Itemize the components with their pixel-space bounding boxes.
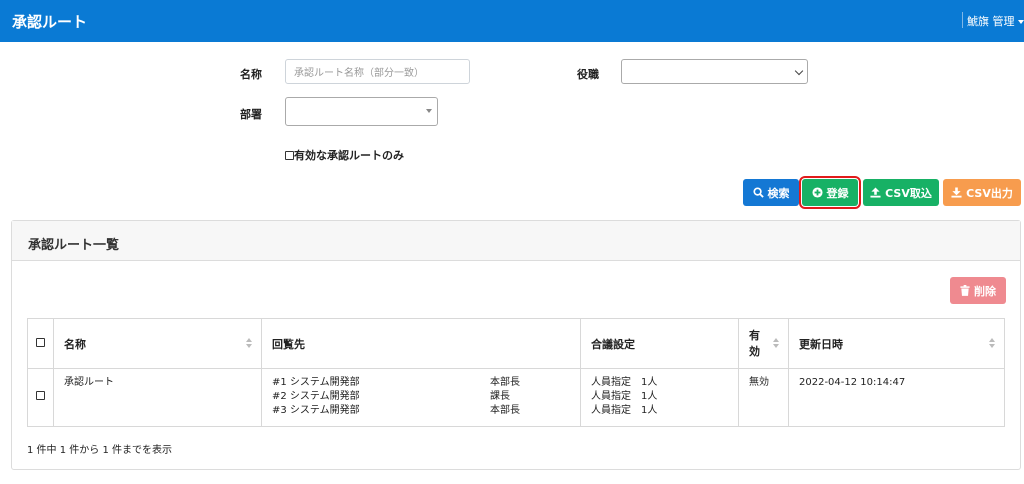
panel-header: 承認ルート一覧	[12, 221, 1020, 261]
row-select-cell	[27, 368, 54, 427]
active-only-checkbox[interactable]	[285, 150, 294, 160]
route-dept: #1 システム開発部	[272, 377, 360, 388]
column-header-active[interactable]: 有効	[738, 318, 789, 369]
sort-icon	[773, 338, 779, 348]
column-header-name[interactable]: 名称	[53, 318, 262, 369]
register-button-label: 登録	[826, 186, 849, 200]
upload-icon	[870, 187, 881, 198]
role-select[interactable]	[621, 59, 808, 84]
route-table: 名称 回覧先 合議設定 有効 更新日時 承認ルート #1 システム開発部 本部長 …	[27, 318, 1005, 427]
select-all-cell	[27, 318, 54, 369]
caret-down-icon	[426, 109, 432, 113]
dept-label: 部署	[240, 108, 262, 121]
chevron-down-icon	[794, 66, 804, 76]
row-active: 無効	[738, 368, 789, 427]
register-button[interactable]: 登録	[799, 176, 861, 209]
sort-icon	[246, 338, 252, 348]
pagination-info: 1 件中 1 件から 1 件までを表示	[27, 445, 172, 456]
route-entry: #2 システム開発部 課長	[272, 390, 570, 404]
row-name[interactable]: 承認ルート	[53, 368, 262, 427]
page-title: 承認ルート	[12, 13, 88, 31]
consensus-entry: 人員指定 1人	[591, 377, 658, 388]
search-button-label: 検索	[767, 186, 790, 200]
download-icon	[951, 187, 962, 198]
caret-down-icon	[1017, 20, 1024, 24]
search-button[interactable]: 検索	[743, 179, 799, 206]
panel-title: 承認ルート一覧	[28, 238, 120, 253]
column-header-route: 回覧先	[261, 318, 581, 369]
route-dept: #3 システム開発部	[272, 405, 360, 416]
row-consensus: 人員指定 1人 人員指定 1人 人員指定 1人	[580, 368, 739, 427]
column-header-consensus: 合議設定	[580, 318, 739, 369]
navbar-divider	[962, 12, 963, 28]
row-route: #1 システム開発部 本部長 #2 システム開発部 課長 #3 システム開発部 本部長	[261, 368, 581, 427]
name-search-placeholder: 承認ルート名称（部分一致）	[294, 68, 424, 79]
plus-circle-icon	[811, 187, 823, 198]
user-name: 鯱旗 管理	[967, 15, 1015, 28]
route-role: 本部長	[490, 405, 520, 416]
column-header-active-label-1: 有	[749, 328, 760, 342]
column-header-consensus-label: 合議設定	[591, 337, 635, 351]
consensus-entry: 人員指定 1人	[591, 391, 658, 402]
trash-icon	[960, 285, 970, 296]
column-header-route-label: 回覧先	[272, 337, 305, 351]
name-search-input[interactable]: 承認ルート名称（部分一致）	[285, 59, 470, 84]
column-header-updated[interactable]: 更新日時	[788, 318, 1005, 369]
route-role: 本部長	[490, 377, 520, 388]
top-navbar: 承認ルート 鯱旗 管理	[0, 0, 1024, 42]
role-label: 役職	[577, 68, 599, 81]
route-entry: #3 システム開発部 本部長	[272, 404, 570, 418]
table-header-row: 名称 回覧先 合議設定 有効 更新日時	[27, 318, 1005, 369]
row-checkbox[interactable]	[36, 390, 45, 400]
route-role: 課長	[490, 391, 510, 402]
route-entry: #1 システム開発部 本部長	[272, 376, 570, 390]
csv-export-button[interactable]: CSV出力	[943, 179, 1021, 206]
active-only-filter[interactable]: 有効な承認ルートのみ	[285, 147, 404, 163]
table-row[interactable]: 承認ルート #1 システム開発部 本部長 #2 システム開発部 課長 #3 システム…	[27, 368, 1005, 427]
dept-select[interactable]	[285, 97, 438, 126]
active-only-label: 有効な承認ルートのみ	[294, 149, 404, 162]
name-label: 名称	[240, 68, 262, 81]
column-header-updated-label: 更新日時	[799, 337, 843, 351]
route-dept: #2 システム開発部	[272, 391, 360, 402]
column-header-active-label-2: 効	[749, 344, 760, 358]
delete-button[interactable]: 削除	[950, 277, 1006, 304]
row-updated: 2022-04-12 10:14:47	[788, 368, 1005, 427]
column-header-name-label: 名称	[64, 337, 86, 351]
consensus-entry: 人員指定 1人	[591, 405, 658, 416]
select-all-checkbox[interactable]	[36, 338, 45, 347]
csv-export-button-label: CSV出力	[966, 186, 1013, 200]
csv-import-button-label: CSV取込	[885, 186, 932, 200]
csv-import-button[interactable]: CSV取込	[863, 179, 939, 206]
search-icon	[752, 187, 764, 198]
sort-icon	[989, 338, 995, 348]
delete-button-label: 削除	[974, 284, 996, 298]
user-menu[interactable]: 鯱旗 管理	[967, 13, 1024, 29]
